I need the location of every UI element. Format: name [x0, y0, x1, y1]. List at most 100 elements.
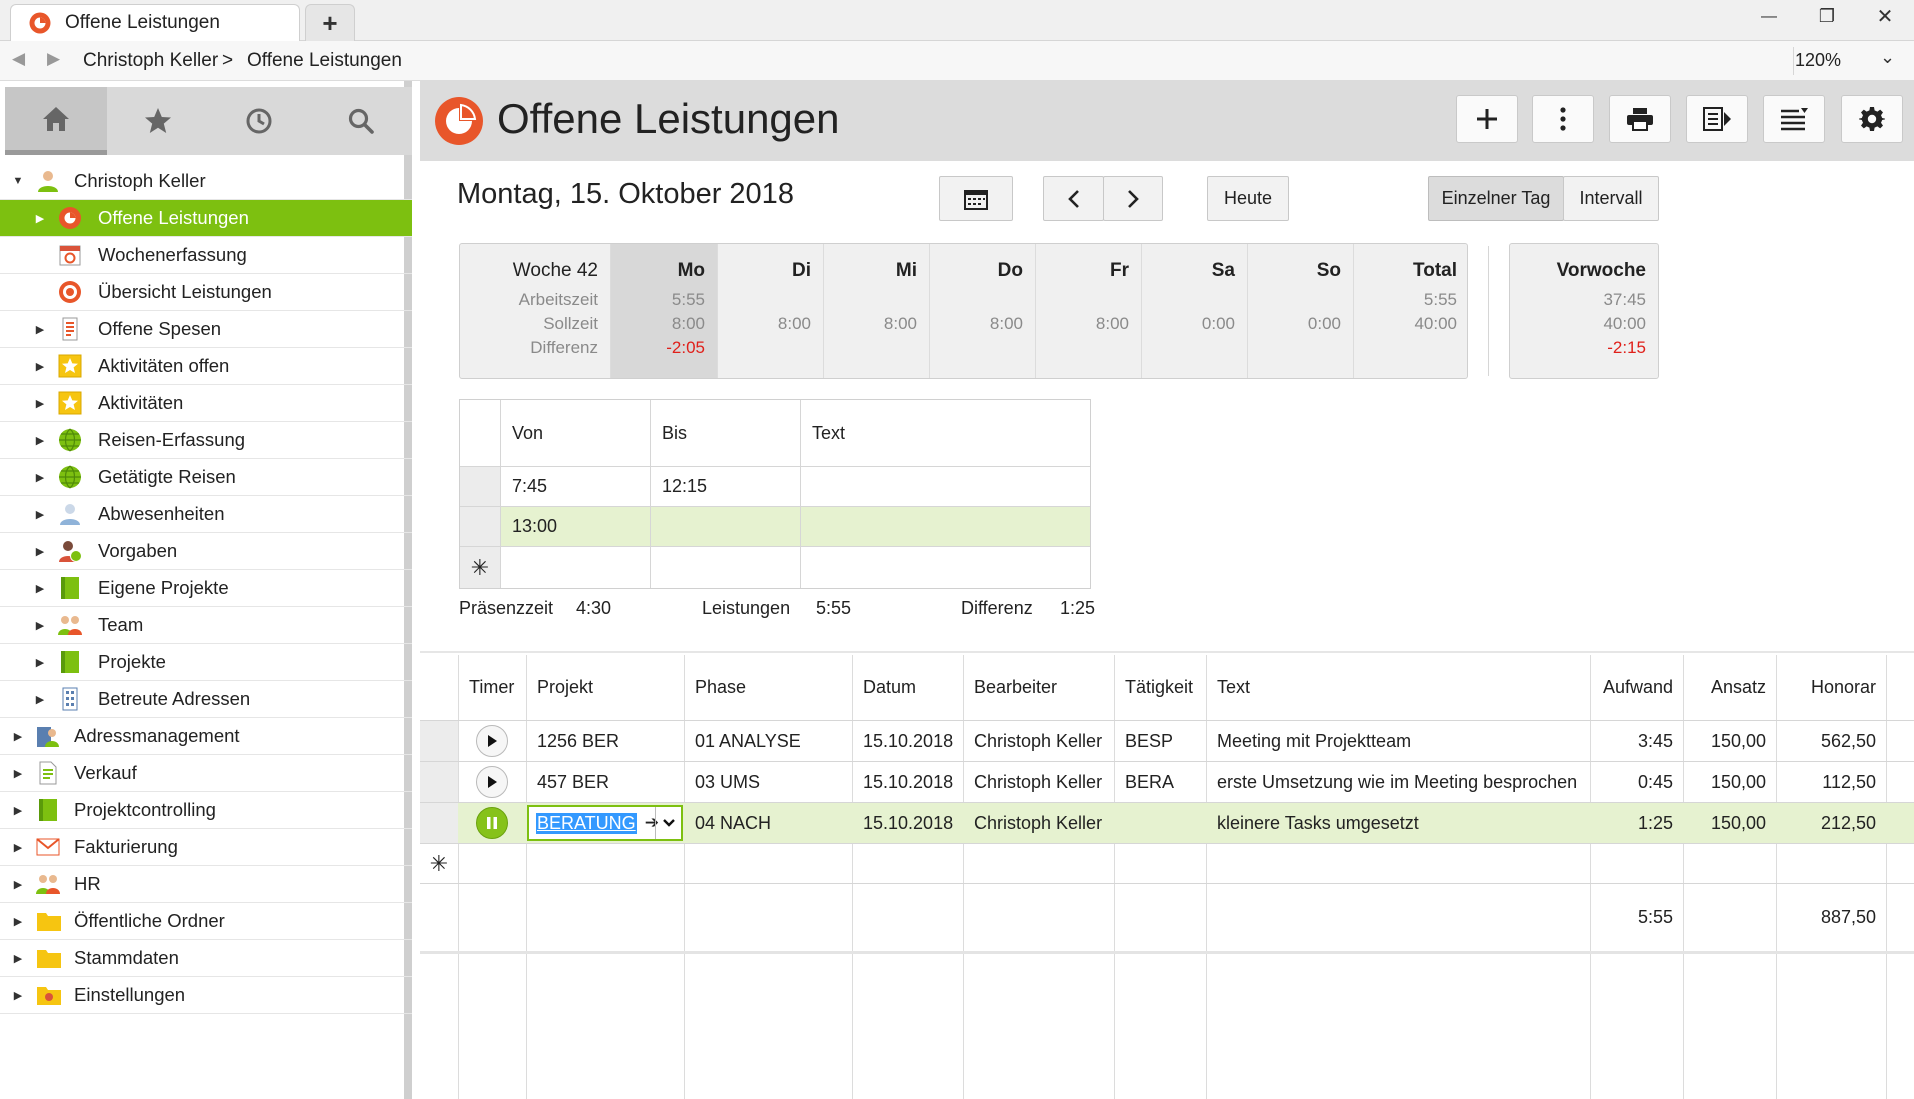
print-button[interactable]: [1609, 95, 1671, 143]
project-input-selected-text[interactable]: BERATUNG: [536, 812, 637, 834]
tree-item-reisen-erfassung[interactable]: ▶ Reisen-Erfassung: [0, 422, 412, 459]
caret-right-icon[interactable]: ▶: [12, 841, 24, 854]
week-day-so[interactable]: So 0:00: [1248, 244, 1354, 378]
next-day-button[interactable]: [1103, 176, 1163, 221]
column-header-bearbeiter[interactable]: Bearbeiter: [963, 655, 1114, 720]
row-selector[interactable]: [420, 803, 458, 843]
column-header-honorar[interactable]: Honorar: [1776, 655, 1886, 720]
cell-taetigkeit[interactable]: BESP: [1114, 721, 1206, 761]
presence-cell-von[interactable]: 13:00: [500, 507, 650, 546]
row-selector[interactable]: [420, 721, 458, 761]
presence-row[interactable]: 7:45 12:15: [460, 467, 1090, 507]
presence-column-header[interactable]: Von: [500, 400, 650, 466]
sidebar-history-button[interactable]: [209, 87, 311, 155]
cell-honorar[interactable]: 112,50: [1776, 762, 1886, 802]
project-combobox[interactable]: BERATUNG ➔: [527, 805, 683, 841]
caret-right-icon[interactable]: ▶: [34, 619, 46, 632]
table-row[interactable]: 457 BER 03 UMS 15.10.2018 Christoph Keller B…: [420, 762, 1914, 803]
tree-item-projekte[interactable]: ▶ Projekte: [0, 644, 412, 681]
tree-item-wochenerfassung[interactable]: Wochenerfassung: [0, 237, 412, 274]
column-header-taetigkeit[interactable]: Tätigkeit: [1114, 655, 1206, 720]
caret-right-icon[interactable]: ▶: [34, 212, 46, 225]
week-day-total[interactable]: Total 5:55 40:00: [1354, 244, 1469, 378]
tree-item-projektcontrolling[interactable]: ▶ Projektcontrolling: [0, 792, 412, 829]
caret-right-icon[interactable]: ▶: [34, 582, 46, 595]
caret-right-icon[interactable]: ▶: [34, 397, 46, 410]
caret-right-icon[interactable]: ▶: [34, 471, 46, 484]
cell-bearbeiter[interactable]: Christoph Keller: [963, 803, 1114, 843]
tab-offene-leistungen[interactable]: Offene Leistungen: [10, 4, 300, 41]
column-header-text[interactable]: Text: [1206, 655, 1590, 720]
table-row[interactable]: 1256 BER 01 ANALYSE 15.10.2018 Christoph Ke…: [420, 721, 1914, 762]
week-day-sa[interactable]: Sa 0:00: [1142, 244, 1248, 378]
close-button[interactable]: ✕: [1856, 0, 1914, 33]
cell-honorar[interactable]: 562,50: [1776, 721, 1886, 761]
presence-cell-bis[interactable]: [650, 507, 800, 546]
row-selector[interactable]: [420, 762, 458, 802]
settings-button[interactable]: [1841, 95, 1903, 143]
tree-item-übersicht-leistungen[interactable]: Übersicht Leistungen: [0, 274, 412, 311]
tree-item-aktivitäten-offen[interactable]: ▶ Aktivitäten offen: [0, 348, 412, 385]
tree-item-offene-spesen[interactable]: ▶ Offene Spesen: [0, 311, 412, 348]
tree-item-getätigte-reisen[interactable]: ▶ Getätigte Reisen: [0, 459, 412, 496]
cell-ansatz[interactable]: 150,00: [1683, 803, 1776, 843]
cell-text[interactable]: kleinere Tasks umgesetzt: [1206, 803, 1590, 843]
cell-phase[interactable]: 03 UMS: [684, 762, 852, 802]
column-header-ansatz[interactable]: Ansatz: [1683, 655, 1776, 720]
more-button[interactable]: [1532, 95, 1594, 143]
add-button[interactable]: [1456, 95, 1518, 143]
tree-item-adressmanagement[interactable]: ▶ Adressmanagement: [0, 718, 412, 755]
caret-right-icon[interactable]: ▶: [12, 804, 24, 817]
sidebar-search-button[interactable]: [310, 87, 412, 155]
caret-right-icon[interactable]: ▶: [12, 915, 24, 928]
today-button[interactable]: Heute: [1207, 176, 1289, 221]
cell-taetigkeit[interactable]: [1114, 803, 1206, 843]
caret-right-icon[interactable]: ▶: [34, 693, 46, 706]
tree-item-offene-leistungen[interactable]: ▶ Offene Leistungen: [0, 200, 412, 237]
tree-item-aktivitäten[interactable]: ▶ Aktivitäten: [0, 385, 412, 422]
cell-bearbeiter[interactable]: Christoph Keller: [963, 762, 1114, 802]
export-button[interactable]: [1686, 95, 1748, 143]
presence-cell-text[interactable]: [800, 467, 1090, 506]
presence-new-cell[interactable]: [800, 547, 1090, 588]
column-header-datum[interactable]: Datum: [852, 655, 963, 720]
presence-cell-text[interactable]: [800, 507, 1090, 546]
column-header-projekt[interactable]: Projekt: [526, 655, 684, 720]
cell-timer[interactable]: [458, 762, 526, 802]
presence-new-row[interactable]: ✳: [460, 547, 1090, 588]
cell-aufwand[interactable]: 3:45: [1590, 721, 1683, 761]
caret-right-icon[interactable]: ▶: [34, 360, 46, 373]
caret-right-icon[interactable]: ▶: [12, 767, 24, 780]
tree-item-verkauf[interactable]: ▶ Verkauf: [0, 755, 412, 792]
cell-aufwand[interactable]: 1:25: [1590, 803, 1683, 843]
presence-cell-von[interactable]: 7:45: [500, 467, 650, 506]
zoom-level[interactable]: 120%: [1795, 50, 1841, 71]
tree-item-öffentliche-ordner[interactable]: ▶ Öffentliche Ordner: [0, 903, 412, 940]
row-selector[interactable]: [460, 467, 500, 506]
cell-datum[interactable]: 15.10.2018: [852, 762, 963, 802]
play-icon[interactable]: [476, 766, 508, 798]
tree-item-abwesenheiten[interactable]: ▶ Abwesenheiten: [0, 496, 412, 533]
sidebar-favorites-button[interactable]: [107, 87, 209, 155]
tree-item-betreute-adressen[interactable]: ▶ Betreute Adressen: [0, 681, 412, 718]
caret-right-icon[interactable]: ▶: [34, 434, 46, 447]
column-header-phase[interactable]: Phase: [684, 655, 852, 720]
caret-down-icon[interactable]: ▼: [12, 175, 24, 187]
presence-column-header[interactable]: Text: [800, 400, 1090, 466]
cell-projekt[interactable]: 457 BER: [526, 762, 684, 802]
calendar-button[interactable]: [939, 176, 1013, 221]
caret-right-icon[interactable]: ▶: [12, 952, 24, 965]
caret-right-icon[interactable]: ▶: [34, 656, 46, 669]
tree-item-vorgaben[interactable]: ▶ Vorgaben: [0, 533, 412, 570]
column-header-timer[interactable]: Timer: [458, 655, 526, 720]
caret-right-icon[interactable]: ▶: [34, 508, 46, 521]
list-options-button[interactable]: [1763, 95, 1825, 143]
presence-cell-bis[interactable]: 12:15: [650, 467, 800, 506]
tree-item-team[interactable]: ▶ Team: [0, 607, 412, 644]
tree-item-eigene-projekte[interactable]: ▶ Eigene Projekte: [0, 570, 412, 607]
week-day-di[interactable]: Di 8:00: [718, 244, 824, 378]
forward-arrow-icon[interactable]: ▶: [47, 49, 60, 69]
week-day-do[interactable]: Do 8:00: [930, 244, 1036, 378]
caret-right-icon[interactable]: ▶: [12, 730, 24, 743]
cell-phase[interactable]: 01 ANALYSE: [684, 721, 852, 761]
